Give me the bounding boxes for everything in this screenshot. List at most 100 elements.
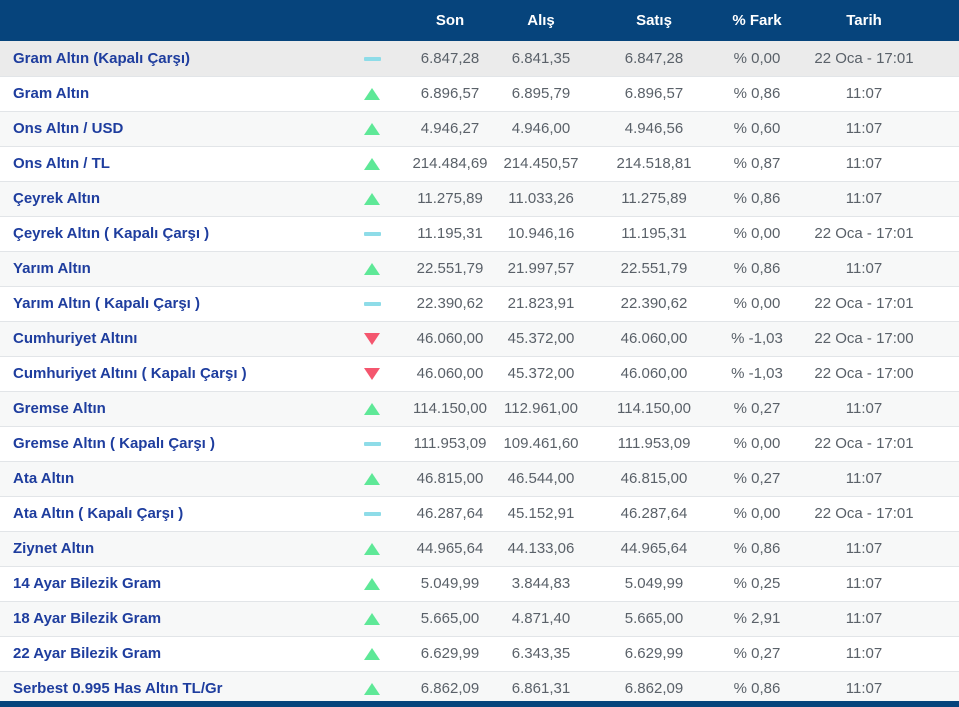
table-row[interactable]: Ons Altın / TL 214.484,69 214.450,57 214…	[0, 146, 959, 181]
instrument-link[interactable]: Ons Altın / USD	[13, 120, 123, 137]
alis-value: 112.961,00	[490, 391, 592, 426]
instrument-link[interactable]: Yarım Altın	[13, 260, 91, 277]
fark-value: % 0,00	[716, 496, 798, 531]
instrument-link[interactable]: 22 Ayar Bilezik Gram	[13, 645, 161, 662]
row-right-spacer	[930, 391, 959, 426]
son-value: 46.287,64	[410, 496, 490, 531]
instrument-link[interactable]: Çeyrek Altın ( Kapalı Çarşı )	[13, 225, 209, 242]
son-value: 6.896,57	[410, 76, 490, 111]
instrument-link[interactable]: 14 Ayar Bilezik Gram	[13, 575, 161, 592]
trend-cell	[334, 41, 410, 76]
up-triangle-icon	[364, 88, 380, 100]
satis-value: 5.665,00	[592, 601, 716, 636]
alis-value: 45.372,00	[490, 356, 592, 391]
fark-value: % 0,27	[716, 636, 798, 671]
alis-value: 11.033,26	[490, 181, 592, 216]
table-row[interactable]: 14 Ayar Bilezik Gram 5.049,99 3.844,83 5…	[0, 566, 959, 601]
son-value: 111.953,09	[410, 426, 490, 461]
header-instrument-spacer	[0, 0, 410, 41]
satis-value: 44.965,64	[592, 531, 716, 566]
satis-value: 214.518,81	[592, 146, 716, 181]
alis-value: 214.450,57	[490, 146, 592, 181]
satis-value: 4.946,56	[592, 111, 716, 146]
row-right-spacer	[930, 356, 959, 391]
table-row[interactable]: Ata Altın ( Kapalı Çarşı ) 46.287,64 45.…	[0, 496, 959, 531]
table-row[interactable]: Yarım Altın ( Kapalı Çarşı ) 22.390,62 2…	[0, 286, 959, 321]
son-value: 46.060,00	[410, 356, 490, 391]
table-body: Gram Altın (Kapalı Çarşı) 6.847,28 6.841…	[0, 41, 959, 706]
fark-value: % 0,60	[716, 111, 798, 146]
instrument-link[interactable]: Gremse Altın	[13, 400, 106, 417]
table-row[interactable]: Ons Altın / USD 4.946,27 4.946,00 4.946,…	[0, 111, 959, 146]
table-row[interactable]: Çeyrek Altın 11.275,89 11.033,26 11.275,…	[0, 181, 959, 216]
trend-cell	[334, 461, 410, 496]
satis-value: 22.390,62	[592, 286, 716, 321]
row-right-spacer	[930, 321, 959, 356]
instrument-name-cell: 14 Ayar Bilezik Gram	[0, 566, 334, 601]
son-value: 46.815,00	[410, 461, 490, 496]
son-value: 114.150,00	[410, 391, 490, 426]
alis-value: 45.372,00	[490, 321, 592, 356]
instrument-link[interactable]: Ons Altın / TL	[13, 155, 110, 172]
table-row[interactable]: Çeyrek Altın ( Kapalı Çarşı ) 11.195,31 …	[0, 216, 959, 251]
instrument-name-cell: Ons Altın / TL	[0, 146, 334, 181]
tarih-value: 22 Oca - 17:01	[798, 496, 930, 531]
instrument-name-cell: Çeyrek Altın	[0, 181, 334, 216]
instrument-link[interactable]: Ata Altın	[13, 470, 74, 487]
satis-value: 46.060,00	[592, 321, 716, 356]
instrument-link[interactable]: Gram Altın	[13, 85, 89, 102]
table-row[interactable]: Gremse Altın 114.150,00 112.961,00 114.1…	[0, 391, 959, 426]
son-value: 6.629,99	[410, 636, 490, 671]
table-row[interactable]: Ziynet Altın 44.965,64 44.133,06 44.965,…	[0, 531, 959, 566]
trend-cell	[334, 111, 410, 146]
row-right-spacer	[930, 531, 959, 566]
row-right-spacer	[930, 41, 959, 76]
instrument-name-cell: Gremse Altın ( Kapalı Çarşı )	[0, 426, 334, 461]
instrument-link[interactable]: Gremse Altın ( Kapalı Çarşı )	[13, 435, 215, 452]
instrument-link[interactable]: Gram Altın (Kapalı Çarşı)	[13, 50, 190, 67]
row-right-spacer	[930, 251, 959, 286]
instrument-name-cell: Gram Altın	[0, 76, 334, 111]
tarih-value: 11:07	[798, 76, 930, 111]
instrument-link[interactable]: Serbest 0.995 Has Altın TL/Gr	[13, 680, 223, 697]
alis-value: 6.841,35	[490, 41, 592, 76]
satis-value: 111.953,09	[592, 426, 716, 461]
row-right-spacer	[930, 601, 959, 636]
table-row[interactable]: Ata Altın 46.815,00 46.544,00 46.815,00 …	[0, 461, 959, 496]
row-right-spacer	[930, 426, 959, 461]
trend-cell	[334, 496, 410, 531]
table-row[interactable]: Gram Altın (Kapalı Çarşı) 6.847,28 6.841…	[0, 41, 959, 76]
satis-value: 22.551,79	[592, 251, 716, 286]
instrument-link[interactable]: 18 Ayar Bilezik Gram	[13, 610, 161, 627]
instrument-link[interactable]: Yarım Altın ( Kapalı Çarşı )	[13, 295, 200, 312]
up-triangle-icon	[364, 473, 380, 485]
table-row[interactable]: Cumhuriyet Altını ( Kapalı Çarşı ) 46.06…	[0, 356, 959, 391]
header-satis: Satış	[592, 0, 716, 41]
tarih-value: 22 Oca - 17:01	[798, 286, 930, 321]
flat-dash-icon	[364, 232, 381, 236]
tarih-value: 11:07	[798, 251, 930, 286]
table-row[interactable]: Yarım Altın 22.551,79 21.997,57 22.551,7…	[0, 251, 959, 286]
satis-value: 5.049,99	[592, 566, 716, 601]
table-row[interactable]: Cumhuriyet Altını 46.060,00 45.372,00 46…	[0, 321, 959, 356]
satis-value: 6.847,28	[592, 41, 716, 76]
fark-value: % 0,00	[716, 216, 798, 251]
alis-value: 44.133,06	[490, 531, 592, 566]
instrument-link[interactable]: Çeyrek Altın	[13, 190, 100, 207]
fark-value: % 0,87	[716, 146, 798, 181]
table-row[interactable]: 22 Ayar Bilezik Gram 6.629,99 6.343,35 6…	[0, 636, 959, 671]
fark-value: % -1,03	[716, 356, 798, 391]
row-right-spacer	[930, 566, 959, 601]
instrument-link[interactable]: Cumhuriyet Altını ( Kapalı Çarşı )	[13, 365, 247, 382]
table-row[interactable]: 18 Ayar Bilezik Gram 5.665,00 4.871,40 5…	[0, 601, 959, 636]
instrument-link[interactable]: Cumhuriyet Altını	[13, 330, 137, 347]
instrument-link[interactable]: Ata Altın ( Kapalı Çarşı )	[13, 505, 183, 522]
table-row[interactable]: Gremse Altın ( Kapalı Çarşı ) 111.953,09…	[0, 426, 959, 461]
instrument-link[interactable]: Ziynet Altın	[13, 540, 94, 557]
up-triangle-icon	[364, 158, 380, 170]
tarih-value: 22 Oca - 17:01	[798, 216, 930, 251]
tarih-value: 22 Oca - 17:00	[798, 356, 930, 391]
table-row[interactable]: Gram Altın 6.896,57 6.895,79 6.896,57 % …	[0, 76, 959, 111]
satis-value: 46.287,64	[592, 496, 716, 531]
up-triangle-icon	[364, 578, 380, 590]
